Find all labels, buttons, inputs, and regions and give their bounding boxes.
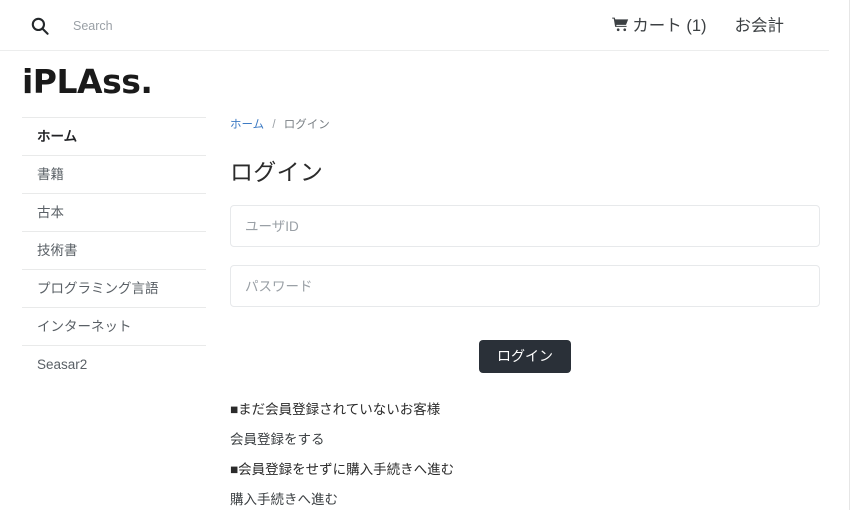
cart-link[interactable]: カート (1) bbox=[612, 12, 707, 36]
password-input[interactable] bbox=[230, 265, 820, 307]
sidebar-item-label: プログラミング言語 bbox=[37, 281, 159, 296]
cart-label: カート (1) bbox=[632, 17, 707, 35]
breadcrumb-home-link[interactable]: ホーム bbox=[230, 119, 264, 131]
main-content: ホーム / ログイン ログイン ログイン ■まだ会員登録されていないお客様 会員… bbox=[230, 117, 820, 510]
sidebar-item-label: ホーム bbox=[37, 129, 78, 144]
sidebar-item-internet[interactable]: インターネット bbox=[22, 308, 206, 346]
guest-checkout-link[interactable]: 購入手続きへ進む bbox=[230, 492, 338, 507]
sidebar-item-programming-languages[interactable]: プログラミング言語 bbox=[22, 270, 206, 308]
user-id-input[interactable] bbox=[230, 205, 820, 247]
breadcrumb-separator: / bbox=[272, 119, 276, 131]
checkout-link[interactable]: お会計 bbox=[735, 12, 785, 36]
sidebar-item-label: 書籍 bbox=[37, 167, 64, 182]
guest-checkout-link-row: 購入手続きへ進む bbox=[230, 485, 820, 510]
breadcrumb: ホーム / ログイン bbox=[230, 117, 820, 133]
login-button-row: ログイン bbox=[230, 340, 820, 373]
register-link[interactable]: 会員登録をする bbox=[230, 432, 325, 447]
search-icon[interactable] bbox=[30, 16, 50, 36]
login-button[interactable]: ログイン bbox=[479, 340, 571, 373]
not-registered-heading: ■まだ会員登録されていないお客様 bbox=[230, 401, 441, 417]
header-actions: カート (1) お会計 bbox=[612, 12, 784, 36]
sidebar-item-home[interactable]: ホーム bbox=[22, 118, 206, 156]
checkout-label: お会計 bbox=[734, 17, 785, 35]
guest-checkout-heading: ■会員登録をせずに購入手続きへ進む bbox=[230, 461, 455, 477]
sidebar-item-label: 古本 bbox=[37, 205, 64, 220]
top-header-bar: カート (1) お会計 bbox=[0, 0, 829, 51]
search-input[interactable] bbox=[73, 19, 293, 33]
shopping-cart-icon bbox=[612, 17, 629, 32]
sidebar-item-technical-books[interactable]: 技術書 bbox=[22, 232, 206, 270]
page-title: ログイン bbox=[230, 159, 324, 185]
search-area bbox=[30, 13, 293, 39]
sidebar-item-books[interactable]: 書籍 bbox=[22, 156, 206, 194]
sidebar-nav: ホーム 書籍 古本 技術書 プログラミング言語 インターネット Seasar2 bbox=[22, 117, 206, 384]
site-logo[interactable]: iPLAss. bbox=[22, 62, 153, 101]
sidebar-item-seasar2[interactable]: Seasar2 bbox=[22, 346, 206, 384]
sidebar-item-label: インターネット bbox=[37, 319, 132, 334]
sidebar-item-label: Seasar2 bbox=[37, 357, 88, 372]
register-link-row: 会員登録をする bbox=[230, 425, 820, 455]
breadcrumb-current: ログイン bbox=[283, 119, 330, 131]
alternate-actions: ■まだ会員登録されていないお客様 会員登録をする ■会員登録をせずに購入手続きへ… bbox=[230, 395, 820, 510]
page-root: カート (1) お会計 iPLAss. ホーム 書籍 古本 技術書 プログラミン… bbox=[0, 0, 850, 510]
sidebar-item-used-books[interactable]: 古本 bbox=[22, 194, 206, 232]
sidebar-item-label: 技術書 bbox=[37, 243, 78, 258]
